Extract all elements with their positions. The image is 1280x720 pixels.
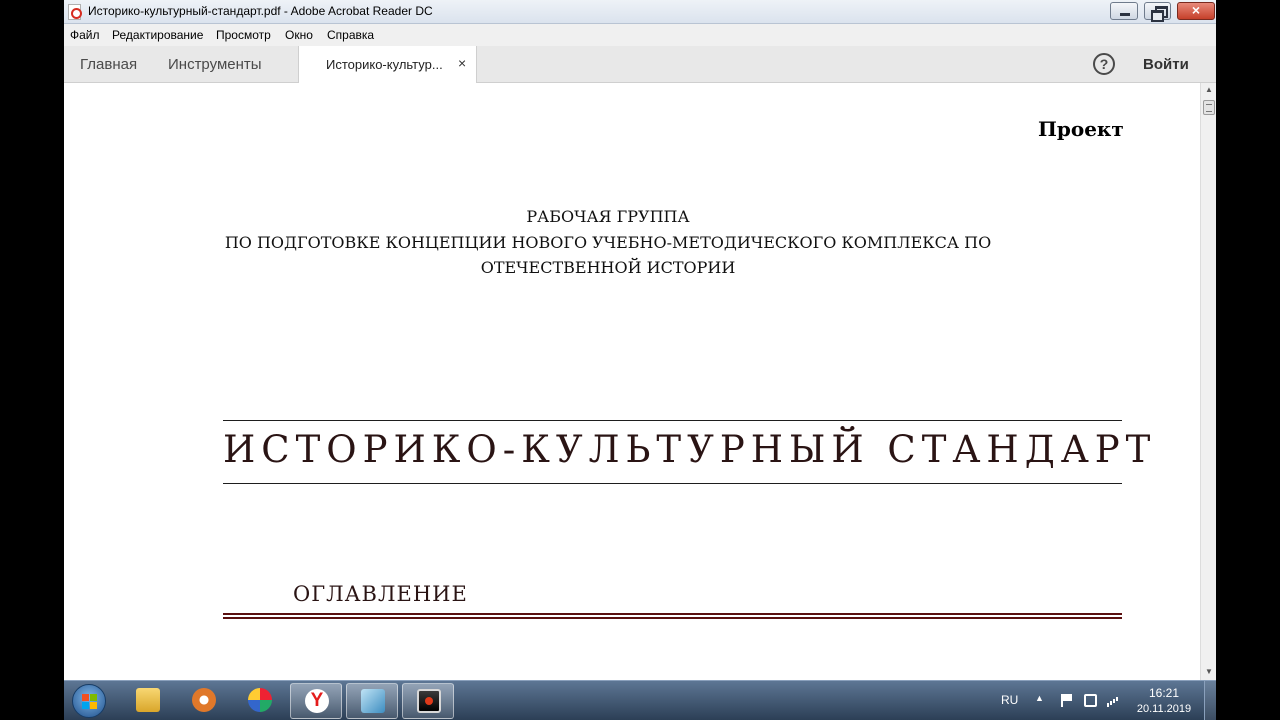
close-button[interactable]: × bbox=[1177, 2, 1215, 20]
document-page: Проект РАБОЧАЯ ГРУППА ПО ПОДГОТОВКЕ КОНЦ… bbox=[64, 83, 1200, 680]
close-icon: × bbox=[1191, 2, 1201, 18]
notepad-icon bbox=[361, 689, 385, 713]
tab-tools[interactable]: Инструменты bbox=[168, 56, 262, 73]
power-icon[interactable] bbox=[1084, 694, 1097, 707]
working-group-line-3: ОТЕЧЕСТВЕННОЙ ИСТОРИИ bbox=[480, 258, 736, 277]
toc-rule bbox=[223, 617, 1122, 619]
yandex-browser-icon: Y bbox=[305, 689, 329, 713]
menu-bar: Файл Редактирование Просмотр Окно Справк… bbox=[64, 24, 1216, 46]
sign-in-button[interactable]: Войти bbox=[1143, 56, 1189, 73]
working-group-line-2: ПО ПОДГОТОВКЕ КОНЦЕПЦИИ НОВОГО УЧЕБНО-МЕ… bbox=[224, 233, 992, 252]
title-rule-bottom bbox=[223, 483, 1122, 484]
show-desktop-button[interactable] bbox=[1204, 681, 1216, 720]
folder-icon bbox=[136, 688, 160, 712]
menu-help[interactable]: Справка bbox=[327, 28, 374, 42]
taskbar-app-notepad[interactable] bbox=[346, 683, 398, 719]
menu-window[interactable]: Окно bbox=[285, 28, 313, 42]
action-center-flag-icon[interactable] bbox=[1061, 694, 1074, 707]
tab-document[interactable]: Историко-культур... × bbox=[298, 46, 477, 83]
window-title: Историко-культурный-стандарт.pdf - Adobe… bbox=[88, 4, 433, 18]
paint-icon bbox=[248, 688, 272, 712]
menu-view[interactable]: Просмотр bbox=[216, 28, 271, 42]
menu-edit[interactable]: Редактирование bbox=[112, 28, 203, 42]
media-player-icon bbox=[192, 688, 216, 712]
menu-file[interactable]: Файл bbox=[70, 28, 100, 42]
scroll-up-icon[interactable]: ▲ bbox=[1201, 85, 1216, 94]
restore-button[interactable] bbox=[1144, 2, 1171, 22]
tray-expand-icon[interactable]: ▲ bbox=[1035, 693, 1044, 703]
toc-heading: ОГЛАВЛЕНИЕ bbox=[293, 582, 468, 606]
language-indicator[interactable]: RU bbox=[1001, 693, 1018, 707]
title-rule-top bbox=[223, 420, 1122, 421]
project-label: Проект bbox=[1038, 117, 1124, 141]
taskbar-app-paint[interactable] bbox=[234, 683, 286, 719]
network-signal-icon[interactable] bbox=[1106, 694, 1119, 707]
tab-document-label: Историко-культур... bbox=[326, 57, 443, 72]
taskbar-app-folder[interactable] bbox=[122, 683, 174, 719]
scroll-down-icon[interactable]: ▼ bbox=[1201, 667, 1216, 676]
screen-recorder-icon bbox=[417, 689, 441, 713]
acrobat-app-icon[interactable] bbox=[68, 4, 82, 20]
taskbar-app-recorder[interactable] bbox=[402, 683, 454, 719]
working-group-line-1: РАБОЧАЯ ГРУППА bbox=[526, 207, 690, 226]
clock-time[interactable]: 16:21 bbox=[1134, 686, 1194, 700]
tab-home[interactable]: Главная bbox=[80, 56, 137, 73]
clock-date[interactable]: 20.11.2019 bbox=[1134, 703, 1194, 715]
start-button[interactable] bbox=[72, 684, 106, 718]
taskbar-app-yandex[interactable]: Y bbox=[290, 683, 342, 719]
tab-close-icon[interactable]: × bbox=[458, 55, 466, 71]
tab-bar: Главная Инструменты Историко-культур... … bbox=[64, 46, 1216, 83]
taskbar: Y RU ▲ 16:21 20.11.2019 bbox=[64, 680, 1216, 720]
acrobat-window: Историко-культурный-стандарт.pdf - Adobe… bbox=[64, 0, 1216, 680]
scroll-thumb[interactable] bbox=[1203, 100, 1215, 115]
minimize-button[interactable] bbox=[1110, 2, 1138, 20]
help-icon[interactable]: ? bbox=[1093, 53, 1115, 75]
title-bar: Историко-культурный-стандарт.pdf - Adobe… bbox=[64, 0, 1216, 24]
vertical-scrollbar[interactable]: ▲ ▼ bbox=[1200, 83, 1216, 680]
toc-rule bbox=[223, 613, 1122, 615]
document-main-title: ИСТОРИКО-КУЛЬТУРНЫЙ СТАНДАРТ bbox=[223, 428, 1157, 471]
taskbar-app-media[interactable] bbox=[178, 683, 230, 719]
